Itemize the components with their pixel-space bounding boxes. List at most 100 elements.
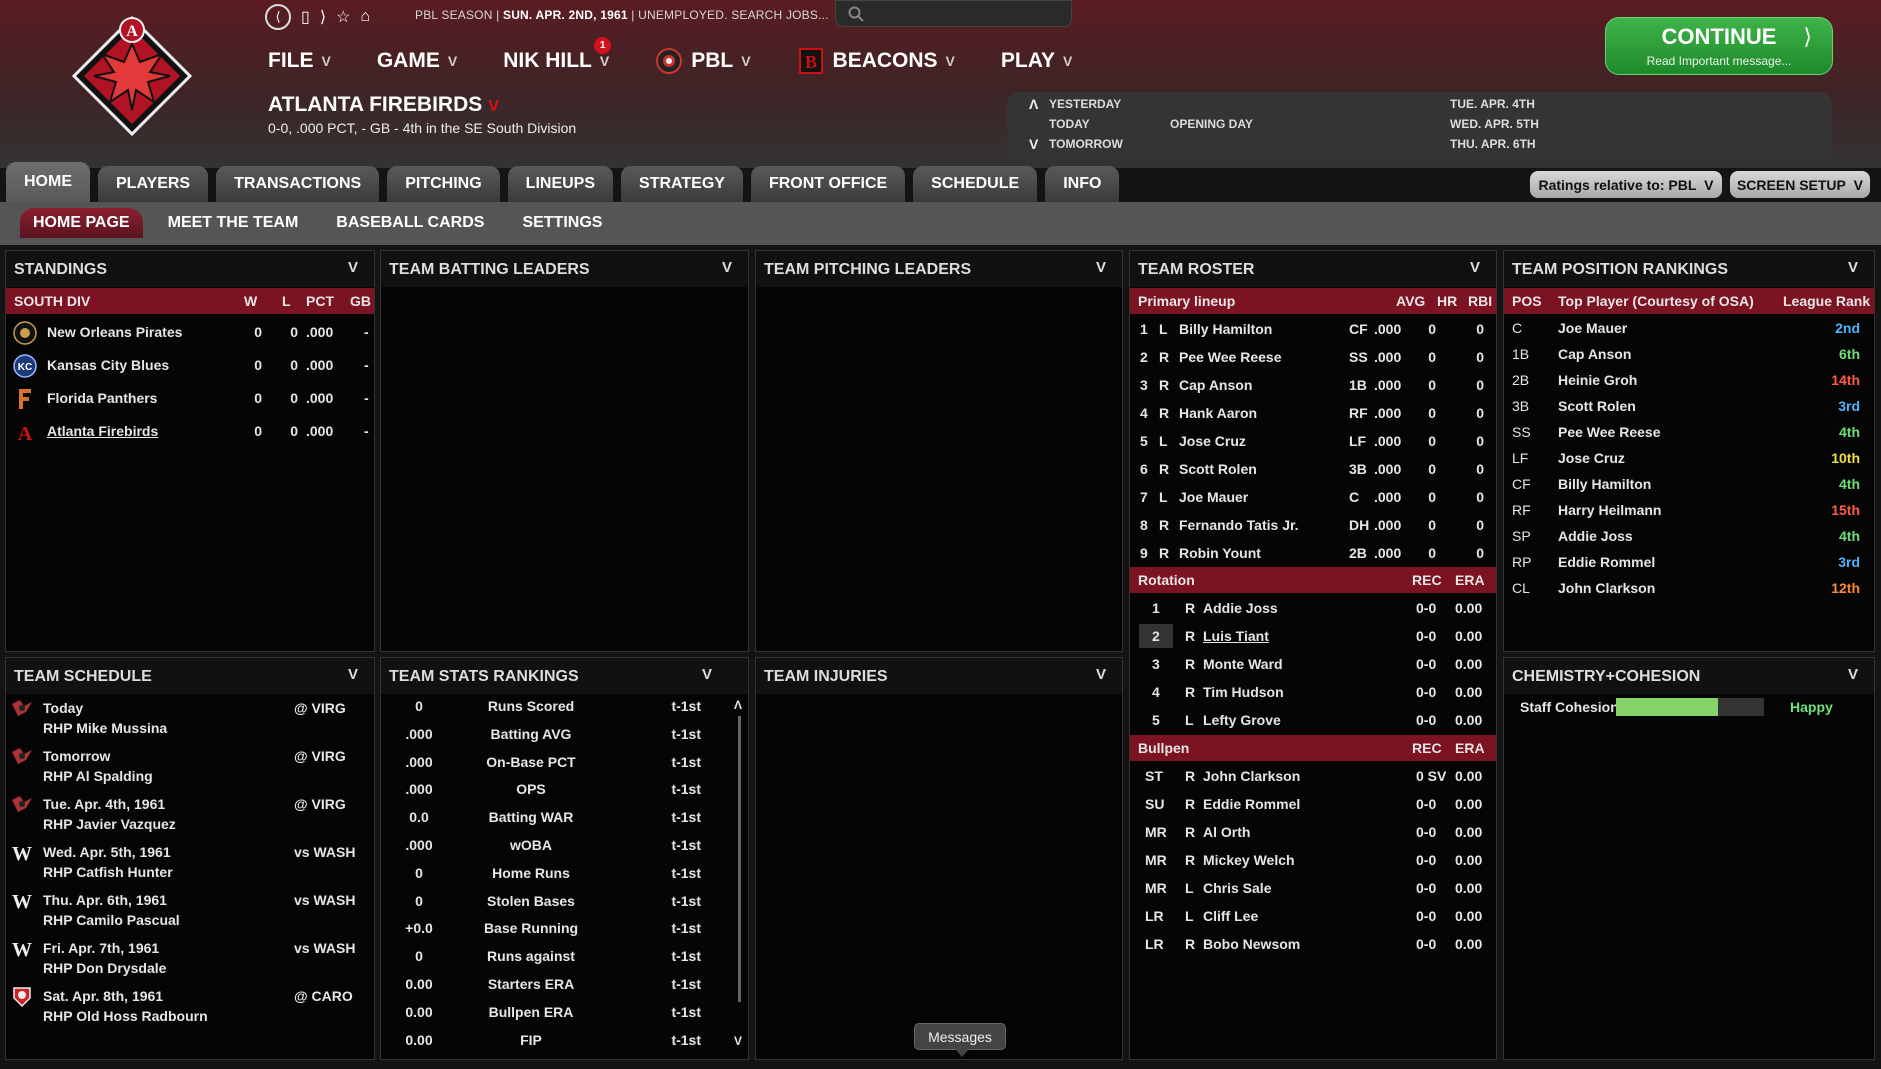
ranking-row[interactable]: 1B Cap Anson 6th	[1504, 341, 1874, 369]
tab-home[interactable]: HOME	[6, 162, 90, 202]
player-name[interactable]: Cliff Lee	[1203, 908, 1258, 924]
rotation-row[interactable]: 3 R Monte Ward 0-0 0.00	[1130, 650, 1496, 678]
chevron-down-icon[interactable]: V	[1096, 666, 1106, 683]
player-name[interactable]: Addie Joss	[1203, 600, 1278, 616]
standings-row[interactable]: KC Kansas City Blues 0 0 .000 -	[6, 352, 374, 380]
screen-setup-dropdown[interactable]: SCREEN SETUP V	[1730, 171, 1870, 198]
player-name[interactable]: Scott Rolen	[1179, 461, 1257, 477]
player-name[interactable]: Joe Mauer	[1558, 320, 1627, 336]
schedule-game[interactable]: W Wed. Apr. 5th, 1961 vs WASH RHP Catfish H…	[6, 840, 374, 886]
stats-row[interactable]: 0 Runs Scored t-1st	[381, 692, 748, 720]
menu-manager[interactable]: NIK HILL 1 V	[503, 37, 612, 73]
chevron-down-icon[interactable]: V	[1096, 259, 1106, 276]
chevron-down-icon[interactable]: V	[1848, 666, 1858, 683]
lineup-row[interactable]: 6 R Scott Rolen 3B .000 0 0	[1130, 455, 1496, 483]
lineup-row[interactable]: 4 R Hank Aaron RF .000 0 0	[1130, 399, 1496, 427]
tab-players[interactable]: PLAYERS	[98, 166, 209, 202]
player-name[interactable]: Chris Sale	[1203, 880, 1271, 896]
scrollbar[interactable]	[738, 716, 741, 1002]
ranking-row[interactable]: RP Eddie Rommel 3rd	[1504, 549, 1874, 577]
bullpen-row[interactable]: MR L Chris Sale 0-0 0.00	[1130, 874, 1496, 902]
job-status[interactable]: UNEMPLOYED. SEARCH JOBS...	[638, 8, 829, 22]
rotation-row[interactable]: 4 R Tim Hudson 0-0 0.00	[1130, 678, 1496, 706]
messages-tooltip[interactable]: Messages	[914, 1023, 1006, 1057]
player-name[interactable]: Monte Ward	[1203, 656, 1283, 672]
calendar-up-icon[interactable]: Λ	[1029, 96, 1038, 112]
player-name[interactable]: Cap Anson	[1179, 377, 1252, 393]
ranking-row[interactable]: C Joe Mauer 2nd	[1504, 315, 1874, 343]
player-name[interactable]: Billy Hamilton	[1558, 476, 1651, 492]
menu-team[interactable]: B BEACONS V	[797, 47, 955, 75]
stats-row[interactable]: 0 Home Runs t-1st	[381, 859, 748, 887]
probable-pitcher[interactable]: RHP Mike Mussina	[43, 720, 167, 736]
player-name[interactable]: Hank Aaron	[1179, 405, 1257, 421]
probable-pitcher[interactable]: RHP Catfish Hunter	[43, 864, 173, 880]
standings-row[interactable]: New Orleans Pirates 0 0 .000 -	[6, 319, 374, 347]
bullpen-row[interactable]: LR L Cliff Lee 0-0 0.00	[1130, 902, 1496, 930]
ratings-relative-dropdown[interactable]: Ratings relative to: PBL V	[1530, 171, 1722, 198]
menu-file[interactable]: FILE V	[268, 49, 331, 73]
stats-row[interactable]: .000 On-Base PCT t-1st	[381, 748, 748, 776]
calendar-down-icon[interactable]: V	[1029, 136, 1038, 152]
player-name[interactable]: Robin Yount	[1179, 545, 1261, 561]
player-name[interactable]: Pee Wee Reese	[1179, 349, 1281, 365]
probable-pitcher[interactable]: RHP Al Spalding	[43, 768, 153, 784]
window-icon[interactable]: ▯	[301, 7, 310, 27]
player-name[interactable]: Bobo Newsom	[1203, 936, 1300, 952]
tab-schedule[interactable]: SCHEDULE	[913, 166, 1038, 202]
schedule-game[interactable]: W Fri. Apr. 7th, 1961 vs WASH RHP Don Drysd…	[6, 936, 374, 982]
tab-transactions[interactable]: TRANSACTIONS	[216, 166, 380, 202]
team-name[interactable]: ATLANTA FIREBIRDS V	[268, 93, 499, 117]
lineup-row[interactable]: 9 R Robin Yount 2B .000 0 0	[1130, 539, 1496, 567]
tab-pitching[interactable]: PITCHING	[387, 166, 500, 202]
search-input[interactable]	[835, 0, 1072, 27]
menu-league[interactable]: PBL V	[655, 47, 751, 75]
ranking-row[interactable]: RF Harry Heilmann 15th	[1504, 497, 1874, 525]
player-name[interactable]: Luis Tiant	[1203, 628, 1269, 644]
lineup-row[interactable]: 2 R Pee Wee Reese SS .000 0 0	[1130, 343, 1496, 371]
home-icon[interactable]: ⌂	[360, 8, 370, 26]
star-icon[interactable]: ☆	[336, 7, 350, 27]
stats-row[interactable]: 0.00 Bullpen ERA t-1st	[381, 998, 748, 1026]
stats-row[interactable]: .000 Batting AVG t-1st	[381, 720, 748, 748]
lineup-row[interactable]: 3 R Cap Anson 1B .000 0 0	[1130, 371, 1496, 399]
ranking-row[interactable]: 3B Scott Rolen 3rd	[1504, 393, 1874, 421]
atlanta-firebirds-logo[interactable]: A	[62, 10, 202, 140]
chevron-down-icon[interactable]: V	[1470, 259, 1480, 276]
player-name[interactable]: Lefty Grove	[1203, 712, 1281, 728]
chevron-down-icon[interactable]: V	[722, 259, 732, 276]
player-name[interactable]: Tim Hudson	[1203, 684, 1284, 700]
standings-row[interactable]: A Atlanta Firebirds 0 0 .000 -	[6, 418, 374, 446]
back-icon[interactable]: ⟨	[265, 4, 291, 30]
standings-row[interactable]: Florida Panthers 0 0 .000 -	[6, 385, 374, 413]
ranking-row[interactable]: 2B Heinie Groh 14th	[1504, 367, 1874, 395]
schedule-game[interactable]: W Thu. Apr. 6th, 1961 vs WASH RHP Camilo Pa…	[6, 888, 374, 934]
stats-row[interactable]: 0.00 FIP t-1st	[381, 1026, 748, 1054]
calendar-today-event[interactable]: OPENING DAY	[1170, 117, 1253, 131]
player-name[interactable]: Fernando Tatis Jr.	[1179, 517, 1299, 533]
team-name-link[interactable]: Atlanta Firebirds	[47, 423, 158, 439]
forward-icon[interactable]: ⟩	[320, 7, 326, 27]
scroll-down-icon[interactable]: V	[734, 1034, 742, 1048]
stats-row[interactable]: 0 Stolen Bases t-1st	[381, 887, 748, 915]
ranking-row[interactable]: SS Pee Wee Reese 4th	[1504, 419, 1874, 447]
subtab-settings[interactable]: SETTINGS	[509, 208, 615, 238]
player-name[interactable]: Billy Hamilton	[1179, 321, 1272, 337]
bullpen-row[interactable]: MR R Al Orth 0-0 0.00	[1130, 818, 1496, 846]
lineup-row[interactable]: 5 L Jose Cruz LF .000 0 0	[1130, 427, 1496, 455]
chevron-down-icon[interactable]: V	[1848, 259, 1858, 276]
chevron-down-icon[interactable]: V	[348, 666, 358, 683]
lineup-row[interactable]: 8 R Fernando Tatis Jr. DH .000 0 0	[1130, 511, 1496, 539]
chevron-down-icon[interactable]: V	[702, 666, 712, 683]
menu-game[interactable]: GAME V	[377, 49, 457, 73]
stats-row[interactable]: 0.0 Batting WAR t-1st	[381, 803, 748, 831]
bullpen-row[interactable]: SU R Eddie Rommel 0-0 0.00	[1130, 790, 1496, 818]
player-name[interactable]: Eddie Rommel	[1558, 554, 1655, 570]
subtab-meet-the-team[interactable]: MEET THE TEAM	[155, 208, 312, 238]
rotation-row[interactable]: 5 L Lefty Grove 0-0 0.00	[1130, 706, 1496, 734]
lineup-row[interactable]: 1 L Billy Hamilton CF .000 0 0	[1130, 315, 1496, 343]
ranking-row[interactable]: CL John Clarkson 12th	[1504, 575, 1874, 603]
menu-play[interactable]: PLAY V	[1001, 49, 1072, 73]
stats-row[interactable]: 0.00 Starters ERA t-1st	[381, 970, 748, 998]
ranking-row[interactable]: SP Addie Joss 4th	[1504, 523, 1874, 551]
